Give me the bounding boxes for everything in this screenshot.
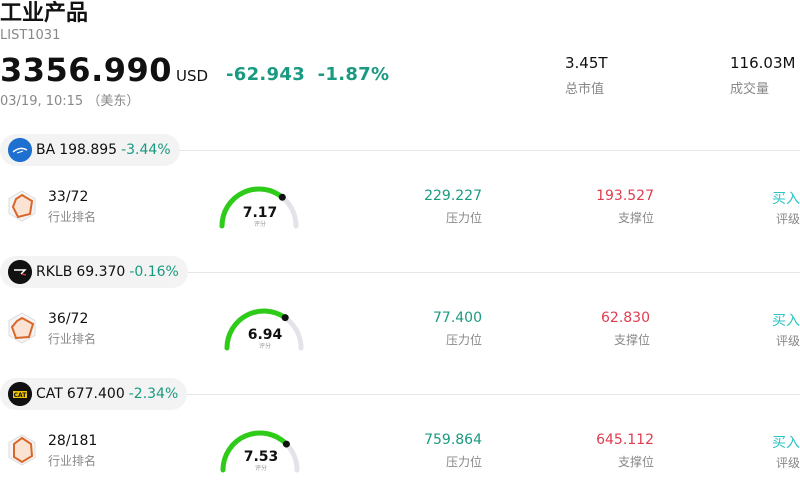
stock-card-ba[interactable]: BA 198.895 -3.44% 33/72 行业排名 7.17 评分 229… xyxy=(0,134,800,256)
stock-change: -3.44% xyxy=(121,142,171,158)
industry-rank: 33/72 xyxy=(48,189,89,205)
caterpillar-logo-icon: CAT xyxy=(8,382,32,406)
ticker: BA xyxy=(36,142,56,158)
stock-price: 69.370 xyxy=(76,264,126,280)
resistance-value: 229.227 xyxy=(424,188,482,204)
volume-value: 116.03M xyxy=(730,54,796,72)
stock-card-rklb[interactable]: RKLB 69.370 -0.16% 36/72 行业排名 6.94 评分 77… xyxy=(0,256,800,378)
change-percent: -1.87% xyxy=(317,64,390,85)
support-value: 62.830 xyxy=(601,310,650,326)
support-value: 645.112 xyxy=(596,432,654,448)
volume-label: 成交量 xyxy=(730,82,770,97)
stock-price: 677.400 xyxy=(66,386,125,402)
boeing-logo-icon xyxy=(8,138,32,162)
rocketlab-logo-icon xyxy=(8,260,32,284)
score-label: 评分 xyxy=(259,342,271,350)
resistance-value: 759.864 xyxy=(424,432,482,448)
score-label: 评分 xyxy=(255,464,267,472)
quote-time: 03/19, 10:15 （美东） xyxy=(0,94,140,109)
divider xyxy=(180,394,800,395)
score-gauge: 7.53 评分 xyxy=(220,430,300,473)
rank-hexagon-icon xyxy=(8,190,36,222)
stock-pill-rklb[interactable]: RKLB 69.370 -0.16% xyxy=(0,256,188,288)
score-value: 7.53 xyxy=(244,449,279,465)
score-value: 7.17 xyxy=(243,205,278,221)
stock-change: -0.16% xyxy=(129,264,179,280)
stock-pill-cat[interactable]: CAT CAT 677.400 -2.34% xyxy=(0,378,188,410)
industry-rank: 28/181 xyxy=(48,433,98,449)
rating-value[interactable]: 买入 xyxy=(740,188,800,208)
support-label: 支撑位 xyxy=(617,211,654,225)
score-gauge: 6.94 评分 xyxy=(224,308,304,351)
resistance-label: 压力位 xyxy=(445,455,482,469)
rank-hexagon-icon xyxy=(8,312,36,344)
score-value: 6.94 xyxy=(248,327,283,343)
resistance-label: 压力位 xyxy=(445,333,482,347)
divider xyxy=(180,150,800,151)
market-cap-label: 总市值 xyxy=(565,82,605,97)
score-knob xyxy=(282,440,290,448)
currency-label: USD xyxy=(176,67,209,85)
stock-price: 198.895 xyxy=(59,142,118,158)
stock-card-cat[interactable]: CAT CAT 677.400 -2.34% 28/181 行业排名 7.53 … xyxy=(0,378,800,488)
rating-value[interactable]: 买入 xyxy=(740,432,800,452)
rating-label: 评级 xyxy=(775,334,800,348)
resistance-value: 77.400 xyxy=(433,310,482,326)
stock-pill-ba[interactable]: BA 198.895 -3.44% xyxy=(0,134,180,166)
rating-label: 评级 xyxy=(775,456,800,470)
page-title: 工业产品 xyxy=(0,1,89,26)
market-cap-value: 3.45T xyxy=(565,54,608,72)
price-change: -62.943 -1.87% xyxy=(226,64,389,85)
industry-rank-label: 行业排名 xyxy=(48,454,97,468)
support-value: 193.527 xyxy=(596,188,654,204)
support-label: 支撑位 xyxy=(613,333,650,347)
score-gauge: 7.17 评分 xyxy=(219,186,299,229)
svg-text:CAT: CAT xyxy=(14,392,28,399)
stock-change: -2.34% xyxy=(128,386,179,402)
ticker: RKLB xyxy=(36,264,73,280)
industry-rank: 36/72 xyxy=(48,311,89,327)
list-code: LIST1031 xyxy=(0,28,61,43)
rating-value[interactable]: 买入 xyxy=(740,310,800,330)
resistance-label: 压力位 xyxy=(445,211,482,225)
rating-label: 评级 xyxy=(775,212,800,226)
support-label: 支撑位 xyxy=(617,455,654,469)
change-value: -62.943 xyxy=(226,64,306,85)
divider xyxy=(180,272,800,273)
score-label: 评分 xyxy=(254,220,266,228)
industry-rank-label: 行业排名 xyxy=(48,210,97,224)
index-price: 3356.990 xyxy=(0,51,173,89)
score-knob xyxy=(281,314,289,322)
ticker: CAT xyxy=(36,386,63,402)
industry-rank-label: 行业排名 xyxy=(48,332,97,346)
score-knob xyxy=(278,193,286,201)
rank-hexagon-icon xyxy=(8,434,36,466)
